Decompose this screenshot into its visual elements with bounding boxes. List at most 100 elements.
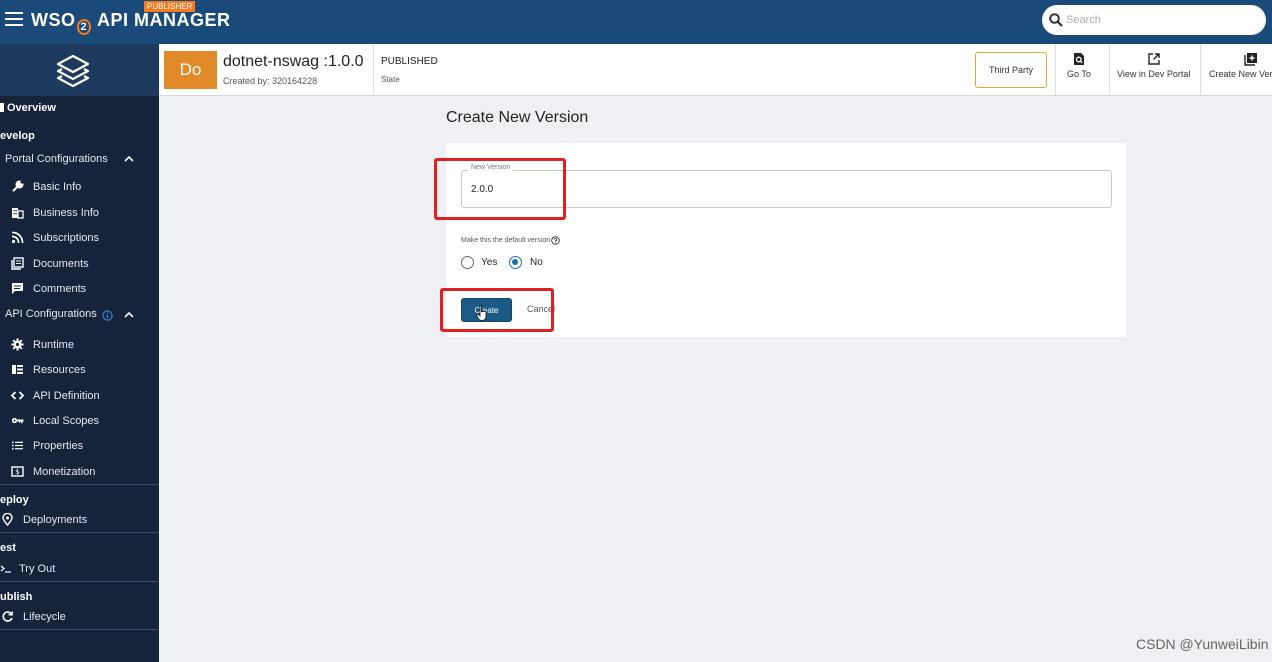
portal-configurations-label: Portal Configurations — [5, 153, 108, 165]
chevron-up-icon[interactable] — [124, 154, 134, 164]
chevron-up-icon[interactable] — [124, 310, 134, 320]
top-bar: WSO 2 API MANAGER PUBLISHER — [0, 0, 1272, 44]
create-new-version-button[interactable]: Create New Ver — [1209, 52, 1272, 79]
default-version-text: Make this the default version — [461, 237, 551, 244]
overview-icon — [0, 103, 4, 112]
section-test: est — [0, 542, 16, 554]
api-header: Do dotnet-nswag :1.0.0 Created by: 32016… — [159, 44, 1272, 96]
comment-icon — [11, 282, 24, 295]
sidebar-item-api-definition[interactable]: API Definition — [11, 389, 100, 402]
app-logo[interactable]: WSO 2 API MANAGER — [31, 10, 231, 35]
sidebar-item-business-info[interactable]: Business Info — [11, 206, 99, 219]
sidebar-item-runtime[interactable]: Runtime — [11, 338, 74, 351]
api-layers-icon[interactable] — [55, 53, 91, 87]
gear-icon — [11, 338, 24, 351]
yes-label: Yes — [481, 257, 498, 268]
search-box[interactable] — [1042, 5, 1266, 35]
sidebar-item-comments[interactable]: Comments — [11, 282, 86, 295]
view-in-dev-portal-button[interactable]: View in Dev Portal — [1117, 52, 1190, 79]
sidebar-divider — [0, 581, 159, 582]
watermark: CSDN @YunweiLibin — [1136, 636, 1269, 652]
sidebar-item-documents[interactable]: Documents — [11, 257, 89, 270]
deployments-label: Deployments — [23, 513, 88, 526]
refresh-icon — [1, 610, 14, 623]
sidebar-item-subscriptions[interactable]: Subscriptions — [11, 231, 99, 244]
resources-label: Resources — [33, 363, 86, 376]
business-info-label: Business Info — [33, 206, 100, 219]
go-to-label: Go To — [1067, 69, 1091, 79]
sidebar-item-basic-info[interactable]: Basic Info — [11, 180, 81, 193]
comments-label: Comments — [33, 282, 87, 295]
lifecycle-label: Lifecycle — [23, 610, 66, 623]
subscriptions-label: Subscriptions — [33, 231, 100, 244]
highlight-create-button — [440, 288, 554, 332]
highlight-new-version — [434, 158, 566, 220]
api-avatar: Do — [164, 51, 217, 89]
header-divider — [373, 44, 374, 96]
create-new-version-label: Create New Ver — [1209, 69, 1272, 79]
api-definition-label: API Definition — [33, 389, 100, 402]
sidebar-item-overview[interactable]: Overview — [0, 102, 56, 114]
default-version-label: Make this the default version — [461, 236, 560, 245]
api-created-by: Created by: 320164228 — [223, 76, 318, 86]
location-pin-icon — [1, 513, 14, 526]
logo-product-name: API MANAGER — [92, 10, 231, 30]
page-title: Create New Version — [446, 109, 589, 126]
sidebar-divider — [0, 532, 159, 533]
open-external-icon — [1147, 53, 1160, 65]
runtime-label: Runtime — [33, 338, 74, 351]
code-icon — [11, 389, 24, 402]
logo-two: 2 — [76, 19, 92, 35]
sidebar-item-local-scopes[interactable]: Local Scopes — [11, 414, 99, 427]
key-icon — [11, 414, 24, 427]
sidebar-item-deployments[interactable]: Deployments — [1, 513, 87, 526]
sidebar-item-api-configurations[interactable]: API Configurations — [5, 308, 97, 320]
section-deploy: eploy — [0, 494, 29, 506]
basic-info-label: Basic Info — [33, 180, 82, 193]
building-icon — [11, 206, 24, 219]
info-icon[interactable] — [102, 310, 113, 321]
no-radio[interactable] — [509, 256, 522, 269]
sidebar-item-monetization[interactable]: $ Monetization — [11, 465, 95, 478]
sidebar-header — [0, 44, 159, 96]
search-input[interactable] — [1066, 10, 1256, 30]
sidebar-item-portal-configurations[interactable]: Portal Configurations — [5, 153, 108, 165]
sidebar-item-resources[interactable]: Resources — [11, 363, 86, 376]
help-icon[interactable] — [551, 236, 560, 245]
sidebar-divider — [0, 484, 159, 485]
menu-icon[interactable] — [5, 12, 23, 26]
documents-label: Documents — [33, 257, 89, 270]
go-to-icon — [1073, 53, 1084, 65]
local-scopes-label: Local Scopes — [33, 414, 100, 427]
resources-icon — [11, 363, 24, 376]
header-divider — [1109, 44, 1110, 96]
go-to-button[interactable]: Go To — [1067, 52, 1091, 79]
publisher-badge: PUBLISHER — [144, 1, 196, 12]
api-configurations-label: API Configurations — [5, 308, 97, 320]
try-out-label: Try Out — [19, 562, 56, 575]
documents-icon — [11, 257, 24, 270]
yes-radio[interactable] — [461, 256, 474, 269]
section-develop: evelop — [0, 130, 35, 142]
terminal-icon — [0, 562, 13, 575]
overview-label: Overview — [7, 102, 56, 114]
view-in-dev-portal-label: View in Dev Portal — [1117, 69, 1191, 79]
properties-label: Properties — [33, 439, 84, 452]
no-label: No — [530, 257, 543, 268]
sidebar-item-try-out[interactable]: Try Out — [0, 562, 55, 575]
list-icon — [11, 439, 24, 452]
monetization-label: Monetization — [33, 465, 96, 478]
sidebar-divider — [0, 629, 159, 630]
third-party-button[interactable]: Third Party — [975, 52, 1047, 88]
logo-wso: WSO — [31, 10, 76, 30]
search-icon — [1049, 13, 1063, 27]
section-publish: ublish — [0, 591, 33, 603]
api-status: PUBLISHED — [381, 56, 438, 67]
rss-icon — [11, 231, 24, 244]
money-icon: $ — [11, 465, 24, 478]
header-divider — [1200, 44, 1201, 96]
sidebar-item-properties[interactable]: Properties — [11, 439, 83, 452]
api-title: dotnet-nswag :1.0.0 — [223, 53, 364, 70]
sidebar-item-lifecycle[interactable]: Lifecycle — [1, 610, 66, 623]
svg-text:$: $ — [15, 468, 19, 476]
